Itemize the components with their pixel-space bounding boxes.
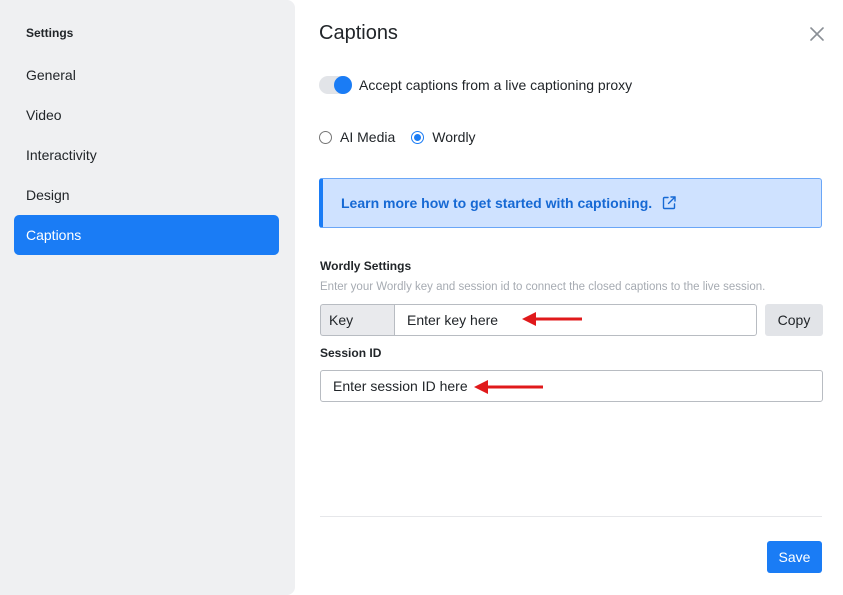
key-label: Key <box>320 304 394 336</box>
captions-proxy-toggle-row: Accept captions from a live captioning p… <box>319 75 632 95</box>
sidebar-title: Settings <box>26 26 74 40</box>
sidebar-item-captions[interactable]: Captions <box>14 215 279 255</box>
radio-option-wordly[interactable]: Wordly <box>411 129 476 145</box>
close-icon[interactable] <box>807 24 827 44</box>
annotation-arrow <box>474 380 543 394</box>
annotation-arrow <box>522 312 582 326</box>
footer-divider <box>320 516 822 517</box>
settings-sidebar: Settings General Video Interactivity Des… <box>0 0 295 595</box>
radio-option-ai-media[interactable]: AI Media <box>319 129 395 145</box>
captions-proxy-toggle[interactable] <box>319 76 352 94</box>
sidebar-item-general[interactable]: General <box>14 55 279 95</box>
captions-panel: Captions Accept captions from a live cap… <box>295 0 843 595</box>
captions-proxy-toggle-label: Accept captions from a live captioning p… <box>359 77 633 93</box>
session-id-label: Session ID <box>320 346 382 360</box>
wordly-settings-title: Wordly Settings <box>320 259 412 273</box>
radio-ai-media[interactable] <box>319 130 332 144</box>
session-id-input[interactable] <box>320 370 823 402</box>
captioning-info-box: Learn more how to get started with capti… <box>319 178 822 228</box>
wordly-settings-helper: Enter your Wordly key and session id to … <box>320 281 766 293</box>
radio-ai-media-label: AI Media <box>340 129 396 145</box>
sidebar-item-design[interactable]: Design <box>14 175 279 215</box>
radio-wordly-label: Wordly <box>432 129 476 145</box>
sidebar-item-interactivity[interactable]: Interactivity <box>14 135 279 175</box>
radio-wordly[interactable] <box>411 130 425 144</box>
page-title: Captions <box>319 22 398 44</box>
external-link-icon[interactable] <box>661 195 677 211</box>
provider-radio-group: AI Media Wordly <box>319 128 492 146</box>
toggle-knob <box>334 76 352 94</box>
captioning-help-link[interactable]: Learn more how to get started with capti… <box>341 195 652 211</box>
copy-button[interactable]: Copy <box>765 304 823 336</box>
sidebar-item-video[interactable]: Video <box>14 95 279 135</box>
save-button[interactable]: Save <box>767 541 822 573</box>
